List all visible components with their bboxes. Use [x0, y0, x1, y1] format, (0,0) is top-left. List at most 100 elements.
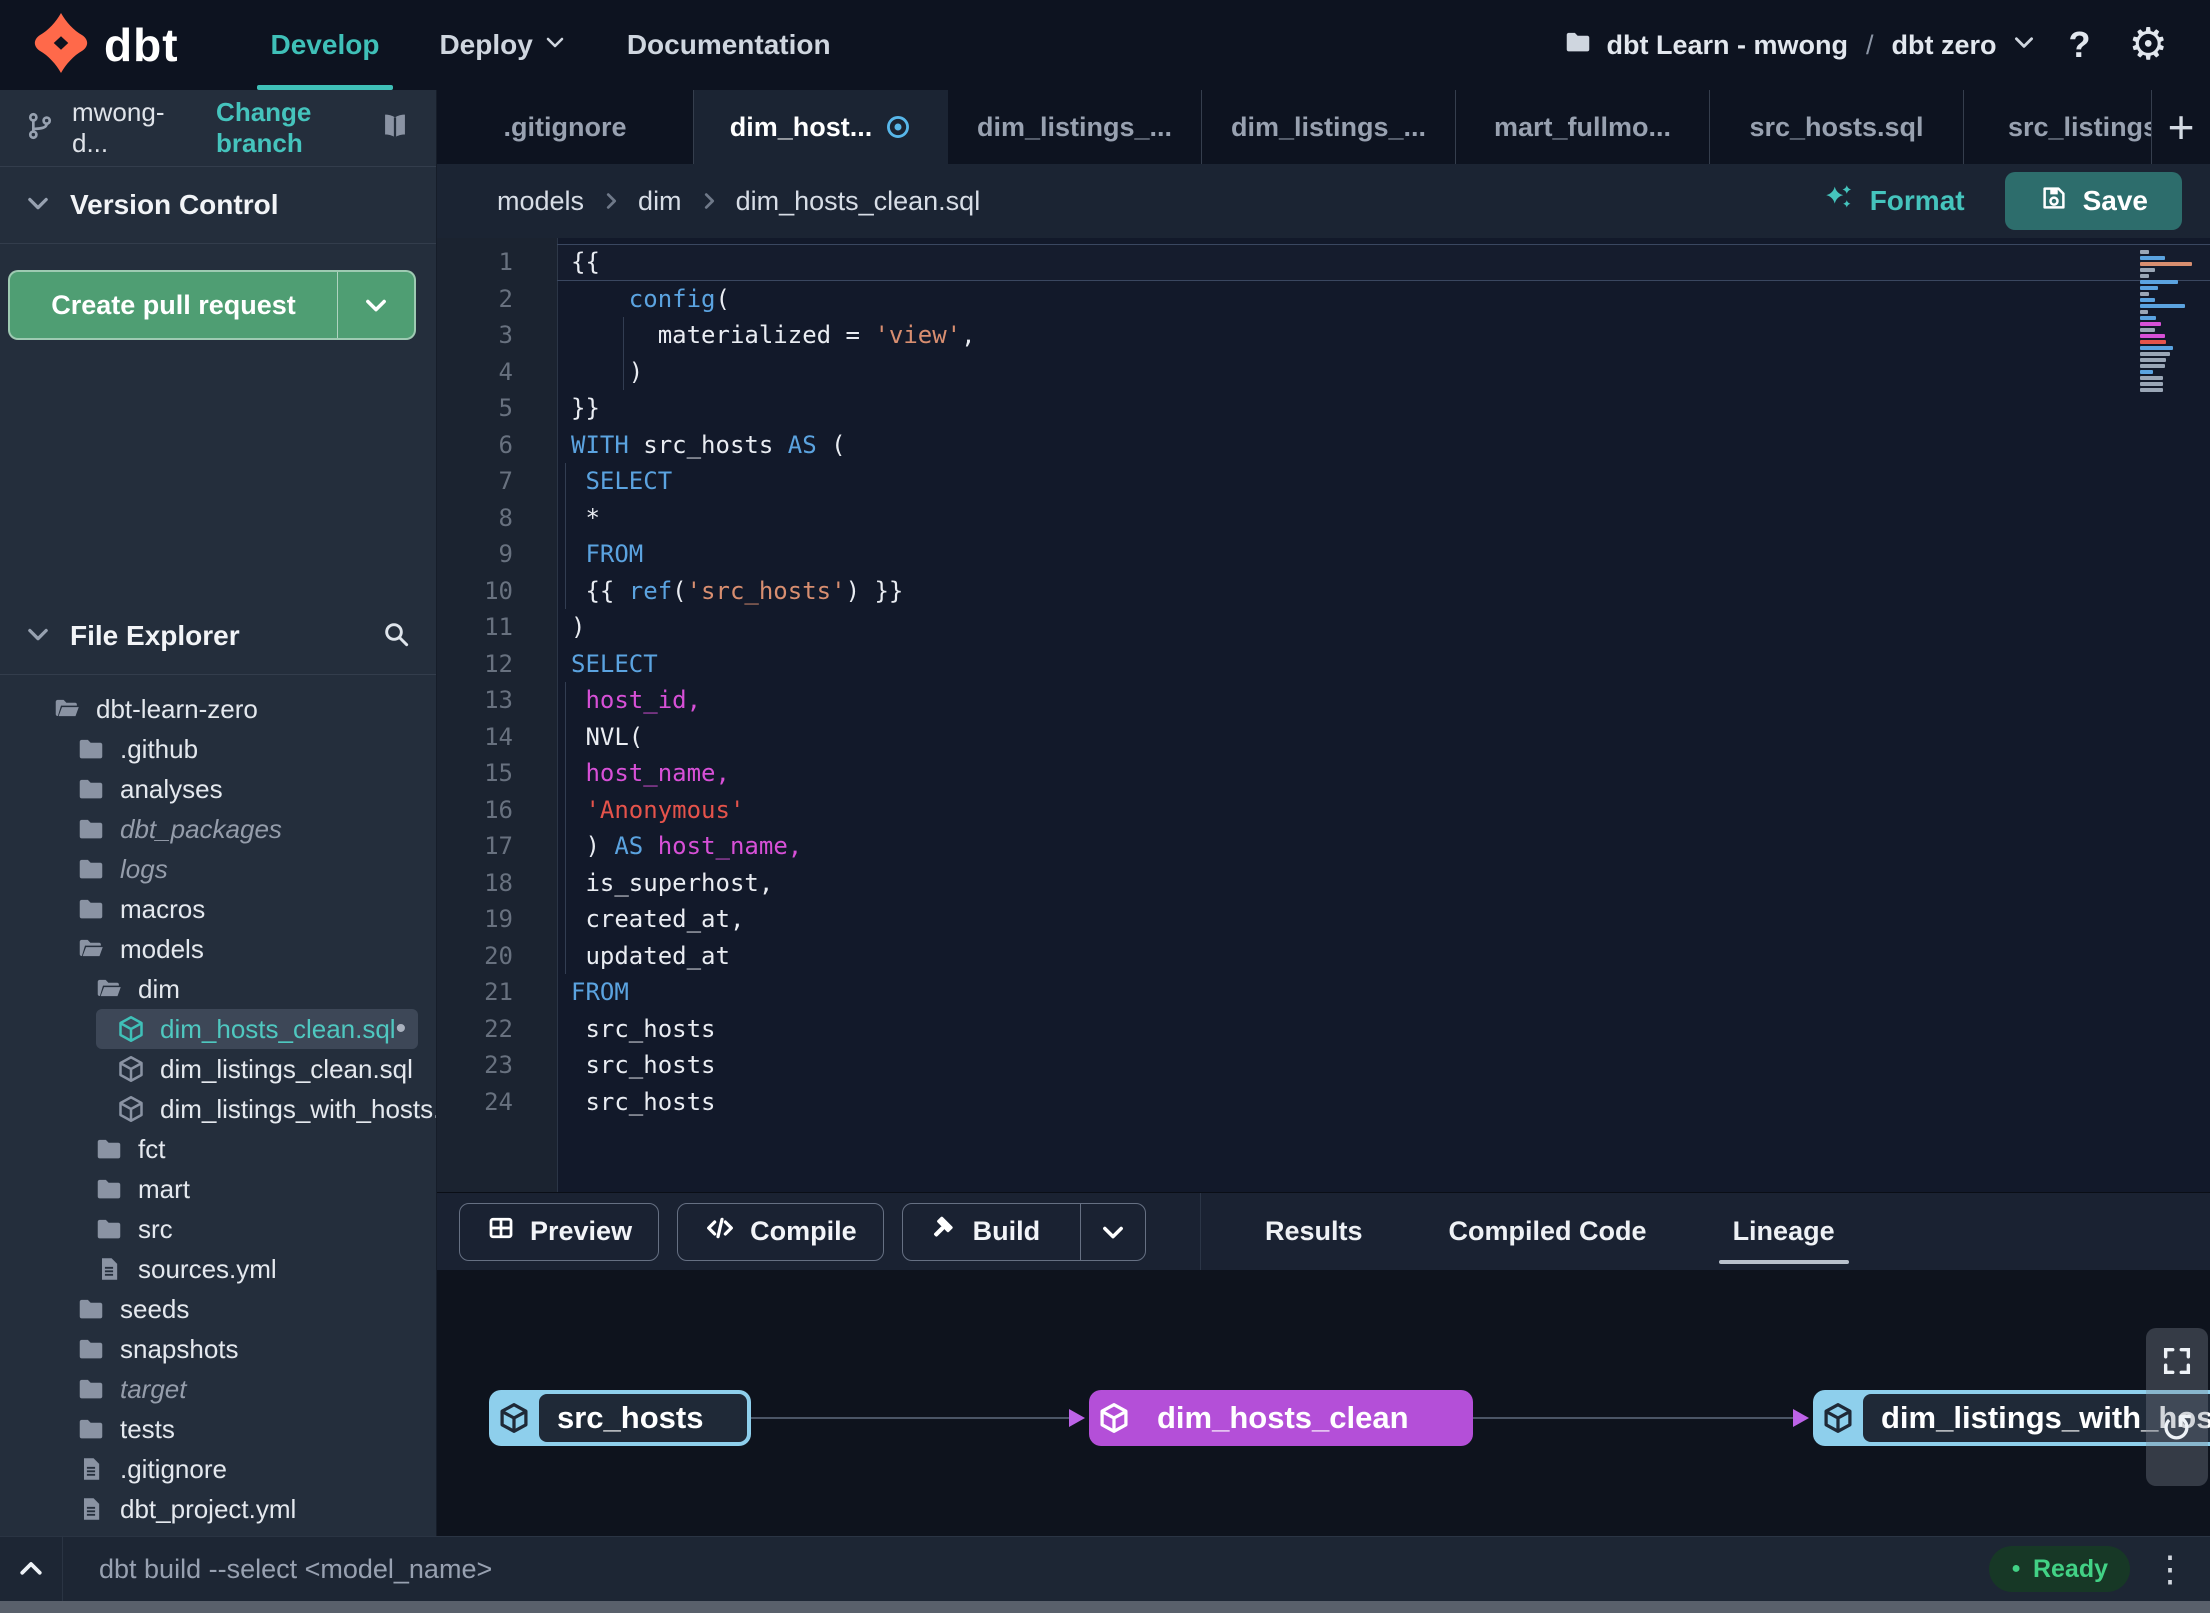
file-tree-item-dbt-learn-zero[interactable]: dbt-learn-zero [0, 689, 436, 729]
docs-book-icon[interactable] [378, 109, 412, 148]
kebab-menu-icon[interactable]: ⋮ [2152, 1551, 2188, 1587]
file-tree-item-models[interactable]: models [0, 929, 436, 969]
format-button[interactable]: Format [1822, 181, 2005, 222]
lineage-panel[interactable]: src_hosts dim_hosts_clean dim_listings_wit… [437, 1270, 2210, 1537]
file-tree-item-macros[interactable]: macros [0, 889, 436, 929]
code-line-3[interactable]: 3 materialized = 'view', [437, 317, 2210, 354]
code-line-9[interactable]: 9 FROM [437, 536, 2210, 573]
code-line-14[interactable]: 14 NVL( [437, 718, 2210, 755]
editor-tab-dim-listings-[interactable]: dim_listings_... [948, 90, 1202, 164]
code-line-13[interactable]: 13 host_id, [437, 682, 2210, 719]
save-button[interactable]: Save [2004, 172, 2182, 230]
format-label: Format [1869, 185, 1965, 216]
file-tree-item--github[interactable]: .github [0, 729, 436, 769]
file-tree-item-fct[interactable]: fct [0, 1129, 436, 1169]
new-tab-button[interactable]: + [2152, 90, 2210, 164]
fullscreen-icon[interactable] [2160, 1344, 2194, 1383]
editor-tab-dim-host-[interactable]: dim_host... [694, 90, 948, 164]
panel-tab-lineage[interactable]: Lineage [1718, 1193, 1849, 1270]
file-tree-item-dim[interactable]: dim [0, 969, 436, 1009]
lineage-node-src-hosts[interactable]: src_hosts [489, 1390, 751, 1446]
breadcrumb-item[interactable]: dim [638, 186, 682, 217]
file-tree-item--gitignore[interactable]: .gitignore [0, 1449, 436, 1489]
version-control-body: Create pull request [0, 244, 436, 522]
settings-gear-button[interactable]: ⚙ [2123, 23, 2174, 67]
code-line-18[interactable]: 18 is_superhost, [437, 864, 2210, 901]
compile-label: Compile [750, 1216, 857, 1246]
code-line-1[interactable]: 1 {{ [437, 244, 2210, 281]
code-line-4[interactable]: 4 ) [437, 353, 2210, 390]
command-input[interactable]: dbt build --select <model_name> [99, 1554, 492, 1585]
file-tree-item-tests[interactable]: tests [0, 1409, 436, 1449]
code-line-11[interactable]: 11) [437, 609, 2210, 646]
file-tree-item-sources-yml[interactable]: sources.yml [0, 1249, 436, 1289]
file-tree-item-dbt-packages[interactable]: dbt_packages [0, 809, 436, 849]
editor-minimap[interactable] [2140, 250, 2196, 392]
create-pull-request-label[interactable]: Create pull request [10, 272, 337, 338]
nav-item-develop[interactable]: Develop [241, 0, 410, 90]
panel-tab-compiled-code[interactable]: Compiled Code [1449, 1193, 1647, 1270]
folder-icon [76, 1294, 106, 1324]
code-line-5[interactable]: 5}} [437, 390, 2210, 427]
code-line-content: src_hosts [571, 1014, 716, 1043]
nav-item-deploy[interactable]: Deploy [409, 0, 596, 90]
breadcrumb: models dim dim_hosts_clean.sql [497, 186, 980, 217]
code-line-21[interactable]: 21 FROM [437, 974, 2210, 1011]
create-pull-request-button[interactable]: Create pull request [8, 270, 416, 340]
file-tree-item-target[interactable]: target [0, 1369, 436, 1409]
create-pull-request-caret[interactable] [337, 272, 414, 338]
code-line-6[interactable]: 6 WITH src_hosts AS ( [437, 427, 2210, 464]
code-line-23[interactable]: 23 src_hosts [437, 1047, 2210, 1084]
breadcrumb-item[interactable]: dim_hosts_clean.sql [736, 186, 981, 217]
editor-tab-src-hosts-sql[interactable]: src_hosts.sql [1710, 90, 1964, 164]
code-line-12[interactable]: 12 SELECT [437, 646, 2210, 683]
command-bar-expand-button[interactable] [0, 1537, 63, 1601]
build-button[interactable]: Build [901, 1202, 1147, 1261]
code-line-17[interactable]: 17 ) AS host_name, [437, 828, 2210, 865]
code-line-19[interactable]: 19 created_at, [437, 901, 2210, 938]
file-tree-item-seeds[interactable]: seeds [0, 1289, 436, 1329]
file-tree-item-dim-listings-with-hosts-[interactable]: dim_listings_with_hosts... [0, 1089, 436, 1129]
code-line-22[interactable]: 22 src_hosts [437, 1011, 2210, 1048]
file-tree-item-snapshots[interactable]: snapshots [0, 1329, 436, 1369]
preview-button[interactable]: Preview [459, 1202, 660, 1261]
chevron-right-icon [600, 190, 622, 212]
version-control-header[interactable]: Version Control [0, 167, 436, 244]
change-branch-link[interactable]: Change branch [216, 97, 378, 159]
editor-tab-dim-listings-[interactable]: dim_listings_... [1202, 90, 1456, 164]
panel-tab-results[interactable]: Results [1265, 1193, 1363, 1270]
help-button[interactable]: ? [2063, 27, 2097, 63]
code-line-24[interactable]: 24 src_hosts [437, 1084, 2210, 1121]
code-line-content: ) [571, 613, 586, 641]
file-tree-item-mart[interactable]: mart [0, 1169, 436, 1209]
dbt-logo[interactable]: dbt [0, 12, 179, 79]
lineage-node-dim-hosts-clean[interactable]: dim_hosts_clean [1089, 1390, 1473, 1446]
build-options-caret[interactable] [1080, 1203, 1145, 1260]
file-tree-item-dim-hosts-clean-sql[interactable]: dim_hosts_clean.sql • [96, 1009, 418, 1049]
code-line-20[interactable]: 20 updated_at [437, 937, 2210, 974]
code-line-15[interactable]: 15 host_name, [437, 755, 2210, 792]
code-line-10[interactable]: 10 {{ ref('src_hosts') }} [437, 572, 2210, 609]
compile-button[interactable]: Compile [677, 1202, 884, 1261]
file-tree-item-src[interactable]: src [0, 1209, 436, 1249]
editor-tab--gitignore[interactable]: .gitignore [437, 90, 694, 164]
nav-item-documentation[interactable]: Documentation [597, 0, 861, 90]
undo-icon[interactable]: ↺ [2160, 1409, 2194, 1449]
build-button-main[interactable]: Build [903, 1204, 1067, 1260]
file-explorer-header[interactable]: File Explorer [0, 598, 436, 675]
file-tree-item-dbt-project-yml[interactable]: dbt_project.yml [0, 1489, 436, 1529]
breadcrumb-item[interactable]: models [497, 186, 584, 217]
code-editor[interactable]: 1{{2 config(3 materialized = 'view', 4 ) 5… [437, 238, 2210, 1192]
code-line-8[interactable]: 8 * [437, 499, 2210, 536]
code-line-2[interactable]: 2 config( [437, 281, 2210, 318]
editor-tab-mart-fullmo-[interactable]: mart_fullmo... [1456, 90, 1710, 164]
file-tree-item-dim-listings-clean-sql[interactable]: dim_listings_clean.sql [0, 1049, 436, 1089]
code-line-7[interactable]: 7 SELECT [437, 463, 2210, 500]
file-tree-item-logs[interactable]: logs [0, 849, 436, 889]
horizontal-scrollbar[interactable] [0, 1601, 2210, 1613]
code-line-16[interactable]: 16 'Anonymous' [437, 791, 2210, 828]
editor-tab-src-listings-[interactable]: src_listings. [1964, 90, 2152, 164]
project-selector[interactable]: dbt Learn - mwong / dbt zero [1563, 27, 2037, 64]
file-tree-item-analyses[interactable]: analyses [0, 769, 436, 809]
search-icon[interactable] [380, 618, 412, 655]
